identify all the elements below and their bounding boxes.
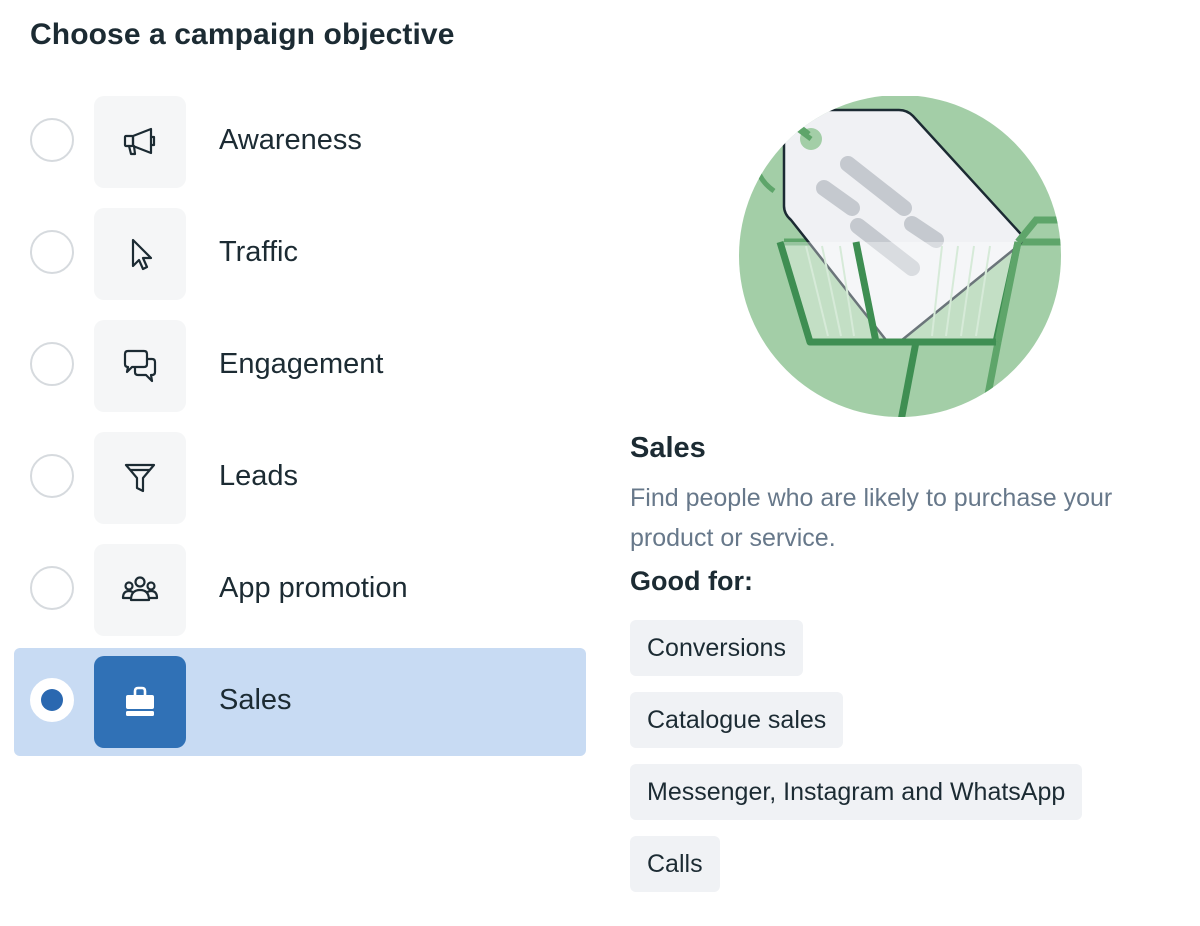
people-group-icon — [94, 544, 186, 636]
detail-title: Sales — [630, 432, 706, 464]
objective-option-app-promotion[interactable]: App promotion — [14, 544, 586, 652]
good-for-chip: Catalogue sales — [630, 692, 844, 748]
shopping-basket-tag-illustration — [736, 95, 1066, 426]
cursor-icon — [94, 208, 186, 300]
good-for-chip: Messenger, Instagram and WhatsApp — [630, 764, 1083, 820]
shopping-bag-icon — [94, 656, 186, 748]
objective-option-leads[interactable]: Leads — [14, 432, 586, 540]
objective-label: Traffic — [219, 236, 298, 268]
detail-description: Find people who are likely to purchase y… — [630, 484, 1113, 552]
objective-option-awareness[interactable]: Awareness — [14, 96, 586, 204]
radio-leads[interactable] — [30, 454, 74, 498]
radio-app-promotion[interactable] — [30, 566, 74, 610]
radio-traffic[interactable] — [30, 230, 74, 274]
radio-awareness[interactable] — [30, 118, 74, 162]
objective-label: Awareness — [219, 124, 362, 156]
page-title: Choose a campaign objective — [30, 18, 455, 51]
funnel-icon — [94, 432, 186, 524]
good-for-chip: Calls — [630, 836, 720, 892]
objective-option-engagement[interactable]: Engagement — [14, 320, 586, 428]
radio-engagement[interactable] — [30, 342, 74, 386]
radio-sales[interactable] — [30, 678, 74, 722]
megaphone-icon — [94, 96, 186, 188]
objective-label: Leads — [219, 460, 299, 492]
objective-label: Engagement — [219, 348, 384, 380]
chat-bubbles-icon — [94, 320, 186, 412]
objective-label: App promotion — [219, 572, 408, 604]
objective-option-sales[interactable]: Sales — [14, 648, 586, 756]
good-for-list: Conversions Catalogue sales Messenger, I… — [630, 620, 1083, 908]
objective-list: Awareness Traffic Engagement Leads App p… — [14, 96, 586, 760]
objective-option-traffic[interactable]: Traffic — [14, 208, 586, 316]
good-for-heading: Good for: — [630, 566, 753, 596]
good-for-chip: Conversions — [630, 620, 803, 676]
objective-label: Sales — [219, 684, 292, 716]
